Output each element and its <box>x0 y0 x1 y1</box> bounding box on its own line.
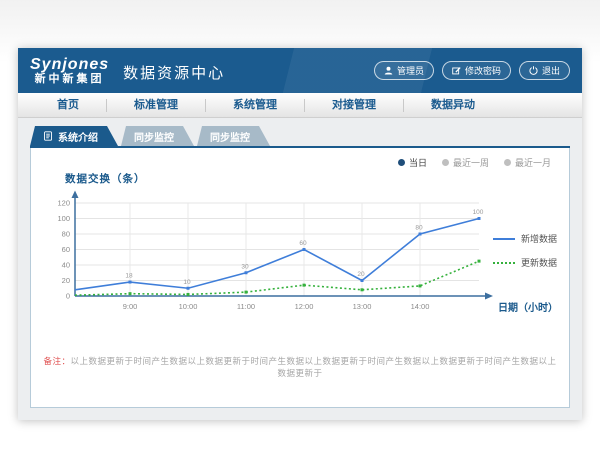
time-range-filter: 当日 最近一周 最近一月 <box>398 156 551 169</box>
svg-text:60: 60 <box>62 245 70 254</box>
radio-label: 当日 <box>409 156 427 169</box>
svg-text:100: 100 <box>57 214 70 223</box>
document-icon <box>43 131 53 141</box>
logo-wordmark: Synjones <box>30 56 109 74</box>
svg-text:80: 80 <box>415 225 423 232</box>
content-area: 系统介绍 同步监控 同步监控 当日 最近一周 <box>18 118 582 420</box>
solid-line-icon <box>493 238 515 240</box>
chart-panel: 当日 最近一周 最近一月 数据交换（条） 0 20 40 60 80 100 120 9:00… <box>30 148 570 408</box>
svg-text:40: 40 <box>62 261 70 270</box>
change-password-label: 修改密码 <box>465 64 501 77</box>
tab-label: 系统介绍 <box>58 129 98 144</box>
radio-label: 最近一月 <box>515 156 551 169</box>
user-button-label: 管理员 <box>397 64 424 77</box>
power-icon <box>529 66 538 75</box>
svg-text:20: 20 <box>62 276 70 285</box>
y-axis-title: 数据交换（条） <box>65 171 146 186</box>
svg-text:0: 0 <box>66 292 70 301</box>
logout-label: 退出 <box>542 64 560 77</box>
svg-text:13:00: 13:00 <box>353 302 372 311</box>
radio-dot-icon <box>398 159 405 166</box>
page-title: 数据资源中心 <box>123 58 225 83</box>
radio-today[interactable]: 当日 <box>398 156 427 169</box>
user-icon <box>384 66 393 75</box>
radio-last-month[interactable]: 最近一月 <box>504 156 551 169</box>
svg-text:18: 18 <box>125 273 133 280</box>
tab-system-intro[interactable]: 系统介绍 <box>30 126 118 146</box>
svg-text:30: 30 <box>241 263 249 270</box>
svg-text:80: 80 <box>62 230 70 239</box>
nav-item-home[interactable]: 首页 <box>30 99 107 112</box>
tab-label: 同步监控 <box>210 129 250 144</box>
chart-legend: 新增数据 更新数据 <box>493 232 557 280</box>
svg-text:10:00: 10:00 <box>179 302 198 311</box>
legend-label: 更新数据 <box>521 256 557 269</box>
nav-item-data-change[interactable]: 数据异动 <box>404 99 502 112</box>
x-axis-title: 日期（小时） <box>498 299 558 314</box>
logo-company-name: 新中新集团 <box>30 73 109 85</box>
logo: Synjones 新中新集团 <box>30 56 109 86</box>
footnote: 备注：以上数据更新于时间产生数据以上数据更新于时间产生数据以上数据更新于时间产生… <box>41 355 559 379</box>
svg-text:11:00: 11:00 <box>237 302 255 311</box>
nav-item-system-mgmt[interactable]: 系统管理 <box>206 99 305 112</box>
legend-label: 新增数据 <box>521 232 557 245</box>
radio-label: 最近一周 <box>453 156 489 169</box>
radio-last-week[interactable]: 最近一周 <box>442 156 489 169</box>
nav-item-interface-mgmt[interactable]: 对接管理 <box>305 99 404 112</box>
main-nav: 首页 标准管理 系统管理 对接管理 数据异动 <box>18 93 582 118</box>
edit-icon <box>452 66 461 75</box>
svg-text:120: 120 <box>57 199 70 208</box>
svg-text:100: 100 <box>473 209 484 216</box>
app-header: Synjones 新中新集团 数据资源中心 管理员 修改密码 退出 <box>18 48 582 93</box>
nav-item-standard-mgmt[interactable]: 标准管理 <box>107 99 206 112</box>
user-button[interactable]: 管理员 <box>374 61 434 80</box>
header-actions: 管理员 修改密码 退出 <box>374 61 570 80</box>
logout-button[interactable]: 退出 <box>519 61 570 80</box>
app-window: Synjones 新中新集团 数据资源中心 管理员 修改密码 退出 首页 标准管… <box>18 48 582 420</box>
svg-text:14:00: 14:00 <box>411 302 430 311</box>
svg-text:12:00: 12:00 <box>295 302 314 311</box>
radio-dot-icon <box>504 159 511 166</box>
legend-item-new-data: 新增数据 <box>493 232 557 245</box>
tab-sync-monitor-1[interactable]: 同步监控 <box>121 126 194 146</box>
footnote-prefix: 备注： <box>43 356 70 366</box>
line-chart: 0 20 40 60 80 100 120 9:00 10:00 11:00 12:00 13:00 1… <box>45 190 500 314</box>
tab-sync-monitor-2[interactable]: 同步监控 <box>197 126 270 146</box>
radio-dot-icon <box>442 159 449 166</box>
svg-text:10: 10 <box>183 279 191 286</box>
dotted-line-icon <box>493 262 515 264</box>
svg-text:60: 60 <box>299 240 307 247</box>
change-password-button[interactable]: 修改密码 <box>442 61 511 80</box>
tab-label: 同步监控 <box>134 129 174 144</box>
tab-bar: 系统介绍 同步监控 同步监控 <box>30 126 570 148</box>
footnote-text: 以上数据更新于时间产生数据以上数据更新于时间产生数据以上数据更新于时间产生数据以… <box>71 356 557 378</box>
svg-text:9:00: 9:00 <box>123 302 138 311</box>
svg-text:20: 20 <box>357 271 365 278</box>
legend-item-updated-data: 更新数据 <box>493 256 557 269</box>
